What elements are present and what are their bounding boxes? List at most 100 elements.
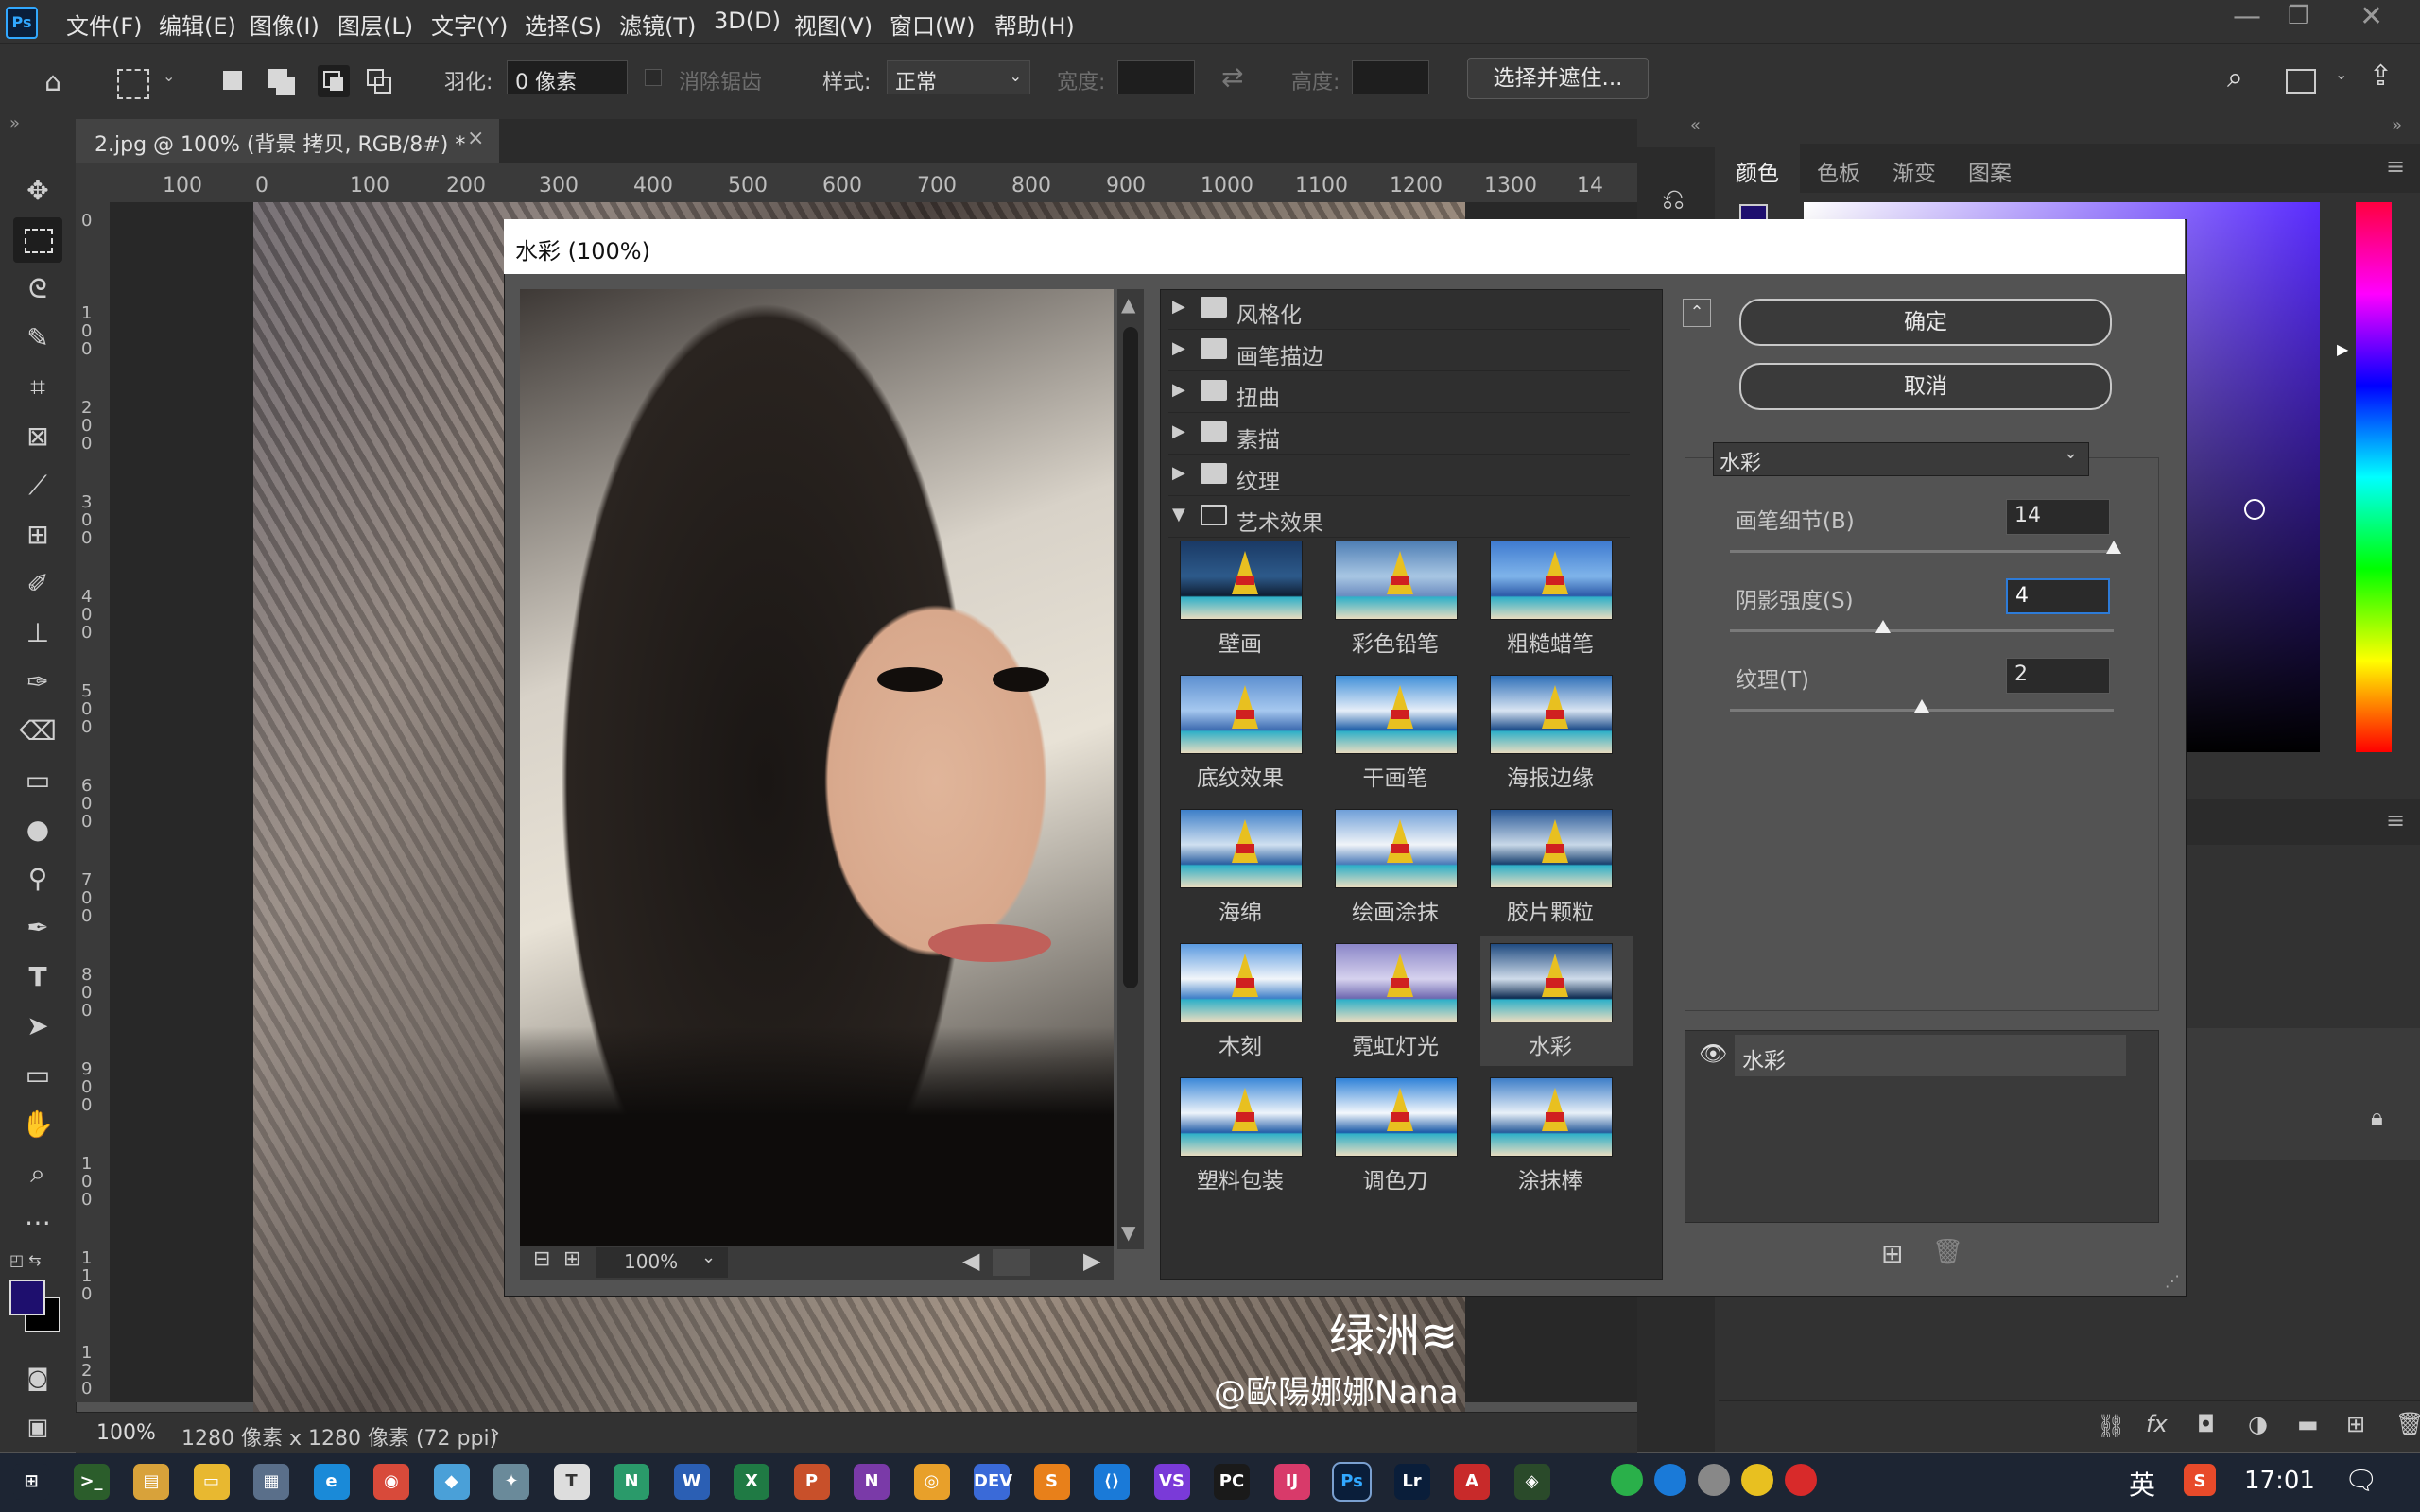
chevron-up-icon[interactable] [1828,1464,1860,1496]
zoom-out-icon[interactable]: ⊟ [533,1247,550,1271]
pycharm-icon[interactable]: PC [1214,1464,1250,1500]
h-scroll-thumb[interactable] [993,1249,1030,1276]
wechat-icon[interactable] [1611,1464,1643,1496]
hue-slider-thumb[interactable]: ▶ [2337,340,2348,358]
marquee-tool-active[interactable] [13,217,62,263]
intellij-icon[interactable]: IJ [1273,1464,1310,1500]
swap-icon[interactable]: ⇄ [1221,61,1243,93]
app-icon[interactable]: ◆ [433,1464,470,1500]
tab-gradients[interactable]: 渐变 [1893,155,1936,187]
path-select-icon[interactable]: ➤ [19,1007,57,1045]
resize-grip-icon[interactable]: ⋰ [2165,1272,2180,1290]
brush-tool-icon[interactable]: ✐ [19,565,57,603]
filter-thumbnail[interactable] [1490,541,1613,620]
close-icon[interactable]: ✕ [2360,0,2383,33]
app-icon[interactable] [1654,1464,1686,1496]
scroll-down-icon[interactable]: ▼ [1121,1221,1135,1244]
restore-icon[interactable]: ❐ [2288,2,2309,30]
battery-icon[interactable] [1915,1464,1947,1496]
filter-thumbnail[interactable] [1180,675,1303,754]
ok-button[interactable]: 确定 [1739,299,2112,346]
acrobat-icon[interactable]: A [1454,1464,1490,1500]
filter-select[interactable]: 水彩 ⌄ [1713,442,2089,476]
photoshop-logo[interactable]: Ps [6,7,38,39]
home-icon[interactable]: ⌂ [34,63,72,101]
param-slider-thumb[interactable] [2106,541,2121,554]
delete-effect-layer-icon[interactable]: 🗑︎ [1932,1238,1963,1266]
preview-scrollbar[interactable]: ▲ ▼ [1117,289,1144,1249]
app-icon[interactable]: N [614,1464,649,1500]
filter-thumbnail[interactable] [1180,809,1303,888]
share-icon[interactable]: ⇪ [2369,60,2393,93]
scroll-up-icon[interactable]: ▲ [1121,293,1135,316]
terminal-icon[interactable]: >_ [73,1464,110,1500]
menu-type[interactable]: 文字(Y) [431,8,508,41]
notification-icon[interactable]: 🗨︎ [2344,1465,2378,1496]
photoshop-icon[interactable]: Ps [1332,1462,1372,1502]
app-icon[interactable] [1872,1464,1904,1496]
sogou-icon[interactable]: S [2184,1464,2216,1496]
network-icon[interactable] [1959,1464,1991,1496]
zoom-tool-icon[interactable]: ⌕ [19,1155,57,1193]
hue-slider[interactable] [2356,202,2392,752]
visual-studio-icon[interactable]: VS [1153,1464,1190,1500]
tab-swatches[interactable]: 色板 [1817,155,1860,187]
folder-artistic[interactable]: ▼ 艺术效果 [1168,499,1630,538]
filter-thumbnail[interactable] [1490,1077,1613,1157]
edge-icon[interactable]: e [313,1464,350,1500]
folder-distort[interactable]: ▶ 扭曲 [1168,374,1630,413]
eye-icon[interactable]: 👁︎ [1699,1040,1727,1067]
expand-icon[interactable]: » [9,113,20,133]
calculator-icon[interactable]: ▦ [253,1464,289,1500]
app-icon[interactable]: ✦ [493,1464,529,1500]
param-slider-track[interactable] [1730,550,2114,553]
typora-icon[interactable]: T [553,1464,590,1500]
gradient-tool-icon[interactable]: ▭ [19,762,57,799]
norton-icon[interactable] [1741,1464,1773,1496]
excel-icon[interactable]: X [734,1464,769,1500]
width-input[interactable] [1117,60,1195,94]
folder-brush-strokes[interactable]: ▶ 画笔描边 [1168,333,1630,371]
menu-view[interactable]: 视图(V) [794,8,873,41]
feather-input[interactable]: 0 像素 [507,60,628,94]
scroll-thumb[interactable] [1123,327,1138,988]
ime-indicator[interactable]: 英 [2129,1465,2155,1503]
frame-tool-icon[interactable]: ⊠ [19,418,57,455]
antialias-checkbox[interactable] [645,69,662,86]
zoom-level[interactable]: 100% [96,1421,156,1445]
filter-thumbnail[interactable] [1490,943,1613,1022]
crop-tool-icon[interactable]: ⌗ [19,369,57,406]
blur-tool-icon[interactable]: ● [19,811,57,849]
panel-menu-icon[interactable]: ≡ [2386,807,2405,833]
app-icon[interactable]: ◈ [1513,1464,1550,1500]
dodge-tool-icon[interactable]: ⚲ [19,860,57,898]
style-select[interactable]: 正常 ⌄ [887,60,1030,94]
menu-file[interactable]: 文件(F) [66,8,143,41]
new-group-icon[interactable]: ▬ [2297,1411,2319,1437]
select-and-mask-button[interactable]: 选择并遮住... [1467,58,1649,99]
collapse-icon[interactable]: » [2392,115,2402,135]
healing-brush-icon[interactable]: ⊞ [19,516,57,554]
zoom-in-icon[interactable]: ⊞ [563,1247,580,1271]
folder-icon[interactable]: ▭ [193,1464,230,1500]
filter-thumbnail[interactable] [1180,541,1303,620]
subtract-selection-icon[interactable] [318,65,350,97]
add-selection-icon[interactable] [268,69,287,88]
collapse-icon[interactable]: « [1690,115,1701,135]
menu-image[interactable]: 图像(I) [250,8,320,41]
dialog-title-bar[interactable]: 水彩 (100%) [504,219,2185,274]
filter-thumbnail[interactable] [1335,541,1458,620]
document-tab[interactable]: 2.jpg @ 100% (背景 拷贝, RGB/8#) * × [76,119,499,163]
onenote-icon[interactable]: N [854,1464,890,1500]
minimize-icon[interactable]: — [2233,0,2261,33]
menu-window[interactable]: 窗口(W) [890,8,975,41]
param-slider-thumb[interactable] [1876,620,1891,633]
filter-thumbnail[interactable] [1490,809,1613,888]
windows-start-icon[interactable]: ⊞ [13,1464,49,1500]
param-input[interactable]: 4 [2006,578,2110,614]
marquee-tool-icon[interactable] [117,69,149,99]
cancel-button[interactable]: 取消 [1739,363,2112,410]
tray-time[interactable]: 17:01 [2244,1467,2315,1495]
add-mask-icon[interactable]: ◘ [2197,1411,2215,1437]
filter-thumbnail[interactable] [1490,675,1613,754]
